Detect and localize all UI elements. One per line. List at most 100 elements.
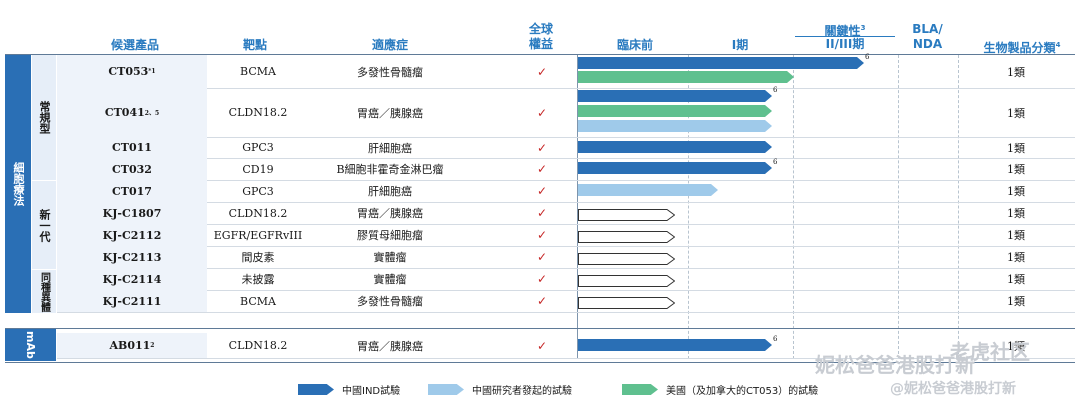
progress-bar-ind: [578, 57, 864, 69]
header-candidate: 候選產品: [110, 38, 159, 52]
candidate-name: KJ-C1807: [57, 202, 207, 224]
candidate-name: KJ-C2114: [57, 268, 207, 290]
candidate-footnote: *1: [148, 68, 156, 75]
bar-footnote: 6: [773, 335, 778, 343]
header-rights-1: 全球: [528, 22, 553, 36]
candidate-label: CT053: [108, 65, 149, 78]
header-preclinical: 臨床前: [616, 38, 653, 52]
indication-cell: 實體瘤: [373, 251, 407, 264]
watermark-handle: @妮松爸爸港股打新: [890, 381, 1016, 397]
legend-label: 中國研究者發起的試驗: [472, 386, 572, 397]
indication-cell: 胃癌／胰腺癌: [357, 207, 423, 220]
candidate-name: CT041 2、5: [57, 88, 207, 137]
candidate-name: CT011: [57, 137, 207, 158]
candidate-label: CT011: [112, 141, 152, 154]
legend-swatch: [428, 384, 464, 395]
global-rights-check: ✓: [536, 228, 548, 242]
target-cell: CLDN18.2: [228, 106, 288, 119]
target-cell: EGFR/EGFRvIII: [213, 228, 303, 242]
category-cell: 1類: [1007, 251, 1025, 264]
target-cell: 間皮素: [241, 251, 275, 264]
progress-bar-ind: [578, 90, 772, 102]
progress-bar-ind: [578, 339, 772, 351]
indication-cell: 肝細胞癌: [368, 185, 412, 198]
category-cell: 1類: [1007, 295, 1025, 308]
global-rights-check: ✓: [536, 184, 548, 198]
category-cell: 1類: [1007, 106, 1025, 120]
legend-swatch: [622, 384, 658, 395]
progress-bar-ind: [578, 162, 772, 174]
global-rights-check: ✓: [536, 272, 548, 286]
progress-bar-outline: [578, 250, 676, 265]
category-cell: 1類: [1007, 163, 1025, 176]
candidate-label: KJ-C2114: [102, 272, 162, 286]
progress-bar-iit: [578, 184, 718, 196]
global-rights-check: ✓: [536, 338, 548, 353]
group-cell-therapy: 細胞療法: [5, 55, 31, 313]
header-bla-1: BLA/: [912, 22, 943, 36]
target-cell: GPC3: [242, 184, 274, 198]
global-rights-check: ✓: [536, 140, 548, 155]
indication-cell: 多發性骨髓瘤: [357, 295, 423, 308]
candidate-name: CT017: [57, 180, 207, 202]
global-rights-check: ✓: [536, 162, 548, 176]
global-rights-check: ✓: [536, 105, 548, 120]
candidate-label: KJ-C2112: [102, 228, 162, 242]
progress-bar-outline: [578, 294, 676, 309]
watermark-author: 妮松爸爸港股打新: [815, 353, 975, 377]
candidate-name: KJ-C2111: [57, 290, 207, 312]
header-rights-2: 權益: [528, 37, 553, 51]
candidate-label: KJ-C2113: [102, 250, 162, 264]
global-rights-check: ✓: [536, 250, 548, 264]
stage-divider: [958, 55, 959, 359]
indication-cell: 膠質母細胞瘤: [357, 229, 423, 242]
category-cell: 1類: [1007, 65, 1025, 79]
progress-bar-outline: [578, 272, 676, 287]
indication-cell: 肝細胞癌: [368, 141, 412, 155]
indication-cell: 胃癌／胰腺癌: [357, 339, 423, 353]
global-rights-check: ✓: [536, 64, 548, 79]
header-bla-2: NDA: [912, 37, 943, 51]
group-next-gen: 新一代: [32, 181, 56, 269]
group-allogeneic: 同種異體: [32, 270, 56, 313]
indication-cell: B細胞非霍奇金淋巴瘤: [336, 163, 444, 176]
category-cell: 1類: [1007, 185, 1025, 198]
legend-label: 中國IND試驗: [342, 386, 401, 397]
target-cell: GPC3: [242, 141, 274, 154]
indication-cell: 胃癌／胰腺癌: [357, 106, 423, 120]
progress-bar-us: [578, 105, 772, 117]
indication-cell: 實體瘤: [373, 273, 407, 286]
progress-bar-ind: [578, 141, 772, 153]
target-cell: CD19: [242, 162, 274, 176]
progress-bar-outline: [578, 206, 676, 221]
legend-china-ind: 中國IND試驗: [298, 382, 400, 397]
category-cell: 1類: [1007, 273, 1025, 286]
category-cell: 1類: [1007, 141, 1025, 155]
bar-footnote: 6: [773, 86, 778, 94]
legend-label: 美國（及加拿大的CT053）的試驗: [666, 386, 819, 397]
bar-footnote: 6: [865, 53, 870, 61]
global-rights-check: ✓: [536, 206, 548, 220]
target-cell: 未披露: [241, 273, 275, 286]
legend-china-iit: 中國研究者發起的試驗: [428, 382, 572, 397]
row-separator: [57, 312, 1075, 313]
section-rule: [5, 328, 1075, 329]
group-mab: mAb: [5, 329, 56, 361]
progress-bar-outline: [578, 228, 676, 243]
candidate-name: KJ-C2112: [57, 224, 207, 246]
candidate-label: CT032: [112, 162, 152, 176]
candidate-name: CT032: [57, 158, 207, 180]
candidate-footnote: 2、5: [144, 110, 160, 117]
stage-divider: [898, 55, 899, 359]
header-pivotal-2: II/III期: [825, 37, 865, 51]
header-target: 靶點: [242, 38, 267, 52]
candidate-label: KJ-C2111: [102, 294, 162, 308]
header-indication: 適應症: [371, 38, 408, 52]
candidate-name: AB011 2: [57, 333, 207, 358]
target-cell: CLDN18.2: [228, 339, 288, 352]
candidate-label: AB011: [109, 339, 151, 352]
candidate-label: CT017: [112, 184, 152, 198]
target-cell: BCMA: [240, 65, 276, 78]
candidate-footnote: 2: [150, 342, 155, 349]
category-cell: 1類: [1007, 229, 1025, 242]
